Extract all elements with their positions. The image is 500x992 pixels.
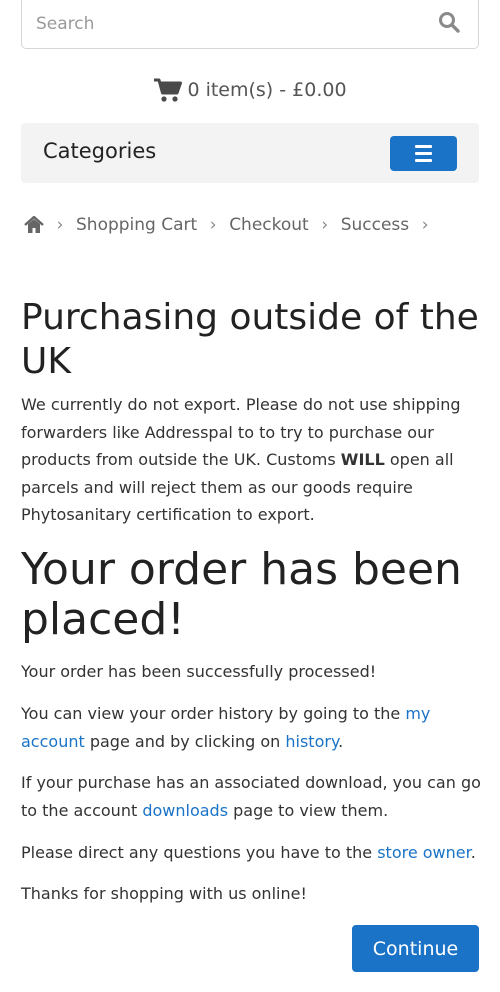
continue-button[interactable]: Continue bbox=[352, 925, 479, 972]
history-link[interactable]: history bbox=[285, 732, 338, 751]
search-input[interactable]: Search bbox=[21, 0, 479, 49]
chevron-right-icon: › bbox=[421, 215, 429, 235]
search-placeholder: Search bbox=[36, 14, 95, 34]
shopping-cart-icon bbox=[153, 77, 183, 103]
breadcrumb-checkout[interactable]: Checkout bbox=[229, 215, 309, 235]
download-text: If your purchase has an associated downl… bbox=[21, 773, 481, 820]
chevron-right-icon: › bbox=[321, 215, 329, 235]
cart-summary[interactable]: 0 item(s) - £0.00 bbox=[0, 74, 500, 106]
categories-bar: Categories bbox=[21, 123, 479, 183]
notice-emphasis: WILL bbox=[340, 450, 385, 469]
categories-title: Categories bbox=[43, 139, 157, 163]
hamburger-menu-icon bbox=[415, 145, 432, 148]
order-history-text: You can view your order history by going… bbox=[21, 704, 431, 751]
thanks-message: Thanks for shopping with us online! bbox=[21, 884, 307, 903]
page-title: Your order has been placed! bbox=[21, 544, 462, 645]
downloads-link[interactable]: downloads bbox=[142, 801, 228, 820]
breadcrumb-shopping-cart[interactable]: Shopping Cart bbox=[76, 215, 197, 235]
home-icon[interactable] bbox=[24, 215, 44, 234]
search-icon[interactable] bbox=[438, 11, 460, 33]
notice-title: Purchasing outside of the UK bbox=[21, 297, 479, 382]
notice-text: We currently do not export. Please do no… bbox=[21, 395, 461, 524]
store-owner-link[interactable]: store owner bbox=[377, 843, 471, 862]
breadcrumb: › Shopping Cart › Checkout › Success › bbox=[24, 212, 441, 238]
questions-text: Please direct any questions you have to … bbox=[21, 843, 476, 862]
cart-summary-text: 0 item(s) - £0.00 bbox=[187, 79, 347, 101]
menu-toggle-button[interactable] bbox=[390, 136, 457, 171]
chevron-right-icon: › bbox=[56, 215, 64, 235]
success-message: Your order has been successfully process… bbox=[21, 662, 377, 681]
breadcrumb-success[interactable]: Success bbox=[341, 215, 409, 235]
chevron-right-icon: › bbox=[209, 215, 217, 235]
